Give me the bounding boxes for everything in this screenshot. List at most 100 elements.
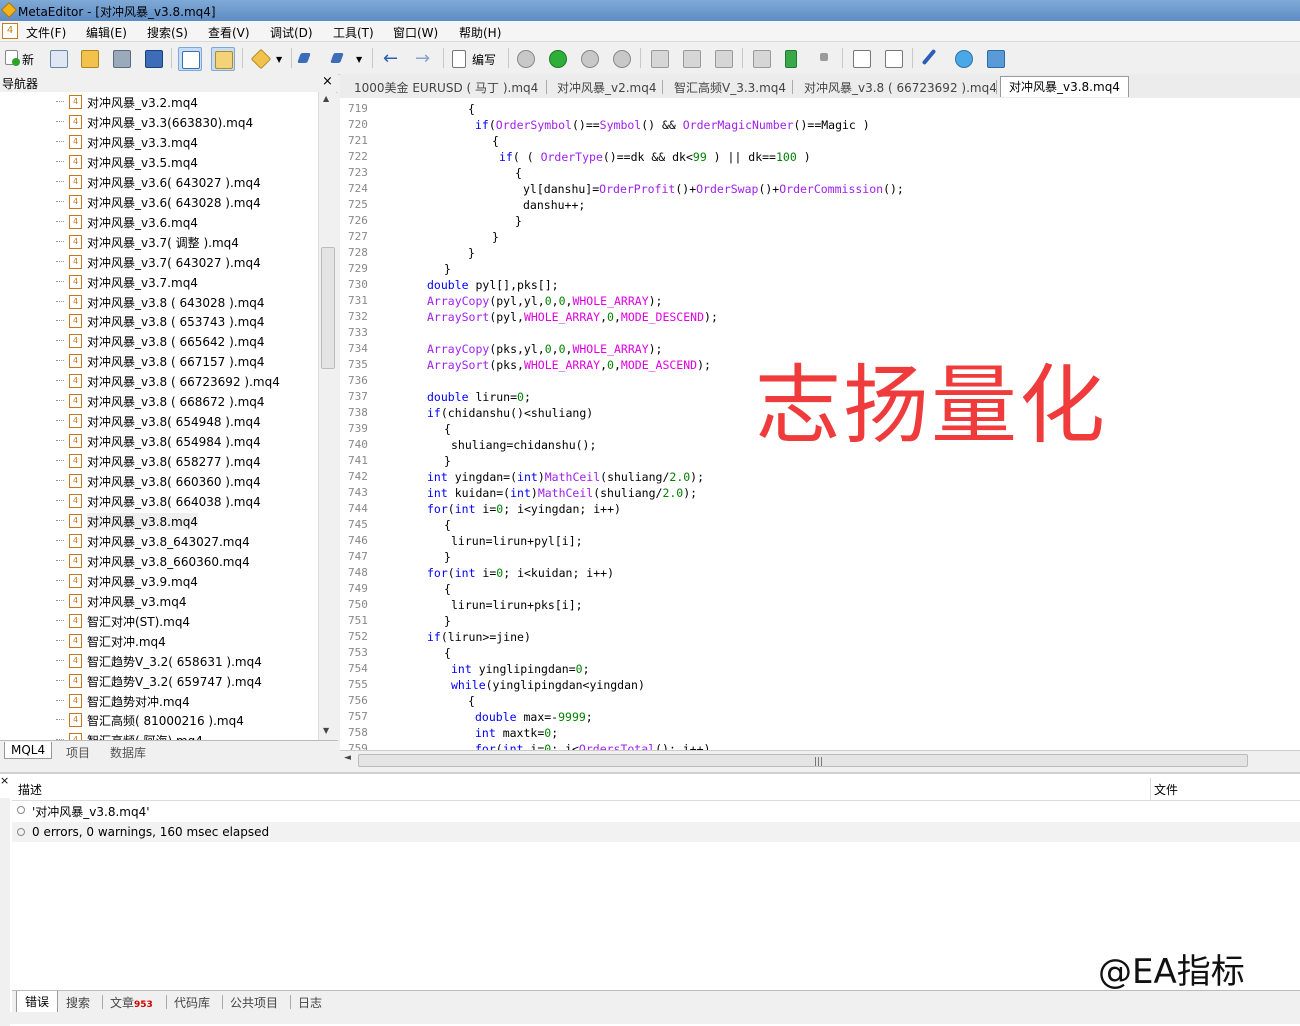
navigator-file-item[interactable]: 4 对冲风暴_v3.8_660360.mq4 <box>66 551 316 571</box>
navigator-file-item[interactable]: 4 对冲风暴_v3.9.mq4 <box>66 571 316 591</box>
menu-debug[interactable]: 调试(D) <box>270 24 313 41</box>
navigator-file-item[interactable]: 4 对冲风暴_v3.6( 643028 ).mq4 <box>66 192 316 212</box>
navigator-file-item[interactable]: 4 对冲风暴_v3.8 ( 667157 ).mq4 <box>66 351 316 371</box>
tab-journal[interactable]: 日志 <box>298 994 322 1011</box>
step-over-icon[interactable] <box>680 47 702 69</box>
tab-database[interactable]: 数据库 <box>110 744 146 761</box>
scroll-up-icon[interactable]: ▲ <box>323 94 329 103</box>
tab-mql4[interactable]: MQL4 <box>4 742 53 759</box>
halt-icon[interactable] <box>814 47 836 69</box>
navigator-file-item[interactable]: 4 对冲风暴_v3.2.mq4 <box>66 92 316 112</box>
editor-tab[interactable]: 对冲风暴_v3.8 ( 66723692 ).mq4 <box>804 79 997 96</box>
navigator-file-item[interactable]: 4 智汇对冲.mq4 <box>66 631 316 651</box>
compile-label[interactable]: 编写 <box>472 51 496 68</box>
menu-search[interactable]: 搜索(S) <box>147 24 188 41</box>
breakpoint-icon[interactable] <box>750 47 772 69</box>
navigator-file-item[interactable]: 4 对冲风暴_v3.8( 660360 ).mq4 <box>66 471 316 491</box>
navigator-file-item[interactable]: 4 对冲风暴_v3.8( 654948 ).mq4 <box>66 411 316 431</box>
column-description[interactable]: 描述 <box>18 781 42 798</box>
navigator-file-item[interactable]: 4 对冲风暴_v3.8_643027.mq4 <box>66 531 316 551</box>
navigator-file-item[interactable]: 4 对冲风暴_v3.8( 654984 ).mq4 <box>66 431 316 451</box>
compile-icon[interactable] <box>449 47 471 69</box>
scroll-thumb[interactable]: ||| <box>358 754 1248 767</box>
editor-tab[interactable]: 智汇高频V_3.3.mq4 <box>674 79 786 96</box>
navigator-file-item[interactable]: 4 对冲风暴_v3.6.mq4 <box>66 212 316 232</box>
insert-function-icon[interactable] <box>330 47 352 69</box>
insert-variable-icon[interactable] <box>297 47 319 69</box>
chevron-down-icon[interactable]: ▼ <box>276 55 282 64</box>
save-all-icon[interactable] <box>142 47 164 69</box>
navigator-file-item[interactable]: 4 智汇高频( 阿海).mq4 <box>66 730 316 740</box>
menu-window[interactable]: 窗口(W) <box>393 24 438 41</box>
message-row[interactable]: '对冲风暴_v3.8.mq4' <box>12 800 1300 820</box>
navigator-file-item[interactable]: 4 智汇趋势对冲.mq4 <box>66 691 316 711</box>
pause-icon[interactable] <box>578 47 600 69</box>
new-project-icon[interactable] <box>47 47 69 69</box>
editor-tab[interactable]: 对冲风暴_v2.mq4 <box>557 79 657 96</box>
navigator-file-item[interactable]: 4 对冲风暴_v3.8 ( 653743 ).mq4 <box>66 311 316 331</box>
navigator-file-item[interactable]: 4 对冲风暴_v3.8( 664038 ).mq4 <box>66 491 316 511</box>
menu-help[interactable]: 帮助(H) <box>459 24 501 41</box>
navigator-file-item[interactable]: 4 对冲风暴_v3.7( 调整 ).mq4 <box>66 232 316 252</box>
navigator-file-item[interactable]: 4 对冲风暴_v3.6( 643027 ).mq4 <box>66 172 316 192</box>
terminal-icon[interactable] <box>984 47 1006 69</box>
navigator-file-item[interactable]: 4 智汇对冲(ST).mq4 <box>66 611 316 631</box>
toolbox-close-icon[interactable]: × <box>0 774 9 787</box>
editor-tab-active[interactable]: 对冲风暴_v3.8.mq4 <box>1000 76 1129 97</box>
run-icon[interactable] <box>782 47 804 69</box>
navigator-file-item[interactable]: 4 对冲风暴_v3.3(663830).mq4 <box>66 112 316 132</box>
save-icon[interactable] <box>110 47 132 69</box>
menu-view[interactable]: 查看(V) <box>208 24 250 41</box>
pen-icon[interactable] <box>920 47 942 69</box>
navigator-file-item[interactable]: 4 对冲风暴_v3.8( 658277 ).mq4 <box>66 451 316 471</box>
tab-public-projects[interactable]: 公共项目 <box>230 994 278 1011</box>
message-row[interactable]: 0 errors, 0 warnings, 160 msec elapsed <box>12 822 1300 842</box>
menu-edit[interactable]: 编辑(E) <box>86 24 127 41</box>
new-file-icon[interactable] <box>2 47 24 69</box>
scroll-left-icon[interactable]: ◄ <box>344 753 351 763</box>
restart-icon[interactable] <box>514 47 536 69</box>
tab-search[interactable]: 搜索 <box>66 994 90 1011</box>
open-folder-icon[interactable] <box>78 47 100 69</box>
menu-file[interactable]: 文件(F) <box>26 24 66 41</box>
navigator-file-item[interactable]: 4 智汇趋势V_3.2( 659747 ).mq4 <box>66 671 316 691</box>
tab-errors[interactable]: 错误 <box>16 991 59 1013</box>
tab-codebase[interactable]: 代码库 <box>174 994 210 1011</box>
stop-icon[interactable] <box>610 47 632 69</box>
toolbox-toggle-icon[interactable] <box>211 47 235 71</box>
navigator-file-item[interactable]: 4 对冲风暴_v3.7( 643027 ).mq4 <box>66 252 316 272</box>
navigator-close-icon[interactable]: × <box>322 74 333 89</box>
tab-project[interactable]: 项目 <box>66 744 90 761</box>
navigator-file-item[interactable]: 4 对冲风暴_v3.8 ( 668672 ).mq4 <box>66 391 316 411</box>
navigator-file-item[interactable]: 4 对冲风暴_v3.8 ( 643028 ).mq4 <box>66 292 316 312</box>
step-into-icon[interactable] <box>648 47 670 69</box>
chevron-down-icon[interactable]: ▼ <box>356 55 362 64</box>
navigator-toggle-icon[interactable] <box>178 47 202 71</box>
menu-tools[interactable]: 工具(T) <box>333 24 374 41</box>
market-icon[interactable] <box>952 47 974 69</box>
scroll-down-icon[interactable]: ▼ <box>323 726 329 735</box>
copy-icon[interactable] <box>850 47 872 69</box>
editor-tab[interactable]: 1000美金 EURUSD ( 马丁 ).mq4 <box>354 79 538 96</box>
forward-arrow-icon[interactable]: → <box>415 48 430 69</box>
navigator-file-item[interactable]: 4 对冲风暴_v3.mq4 <box>66 591 316 611</box>
start-debug-icon[interactable] <box>546 47 568 69</box>
new-label[interactable]: 新 <box>22 51 34 68</box>
column-file[interactable]: 文件 <box>1154 781 1178 798</box>
navigator-file-item[interactable]: 4 对冲风暴_v3.8 ( 66723692 ).mq4 <box>66 371 316 391</box>
navigator-file-item[interactable]: 4 对冲风暴_v3.5.mq4 <box>66 152 316 172</box>
back-arrow-icon[interactable]: ← <box>383 48 398 69</box>
navigator-file-item[interactable]: 4 对冲风暴_v3.3.mq4 <box>66 132 316 152</box>
step-out-icon[interactable] <box>712 47 734 69</box>
tab-articles[interactable]: 文章953 <box>110 994 153 1011</box>
navigator-scrollbar[interactable]: ▲ ▼ <box>318 92 336 740</box>
navigator-tree[interactable]: 4 对冲风暴_v3.2.mq4 4 对冲风暴_v3.3(663830).mq4 4 对冲风… <box>0 92 318 740</box>
navigator-file-item[interactable]: 4 智汇高频( 81000216 ).mq4 <box>66 710 316 730</box>
navigator-file-item[interactable]: 4 对冲风暴_v3.7.mq4 <box>66 272 316 292</box>
navigator-file-item[interactable]: 4 对冲风暴_v3.8 ( 665642 ).mq4 <box>66 331 316 351</box>
editor-hscrollbar[interactable]: ◄ ||| <box>340 750 1300 769</box>
styler-icon[interactable] <box>249 47 272 70</box>
document-icon[interactable]: 4 <box>2 23 18 39</box>
preview-icon[interactable] <box>882 47 904 69</box>
navigator-file-item[interactable]: 4 对冲风暴_v3.8.mq4 <box>66 511 316 531</box>
